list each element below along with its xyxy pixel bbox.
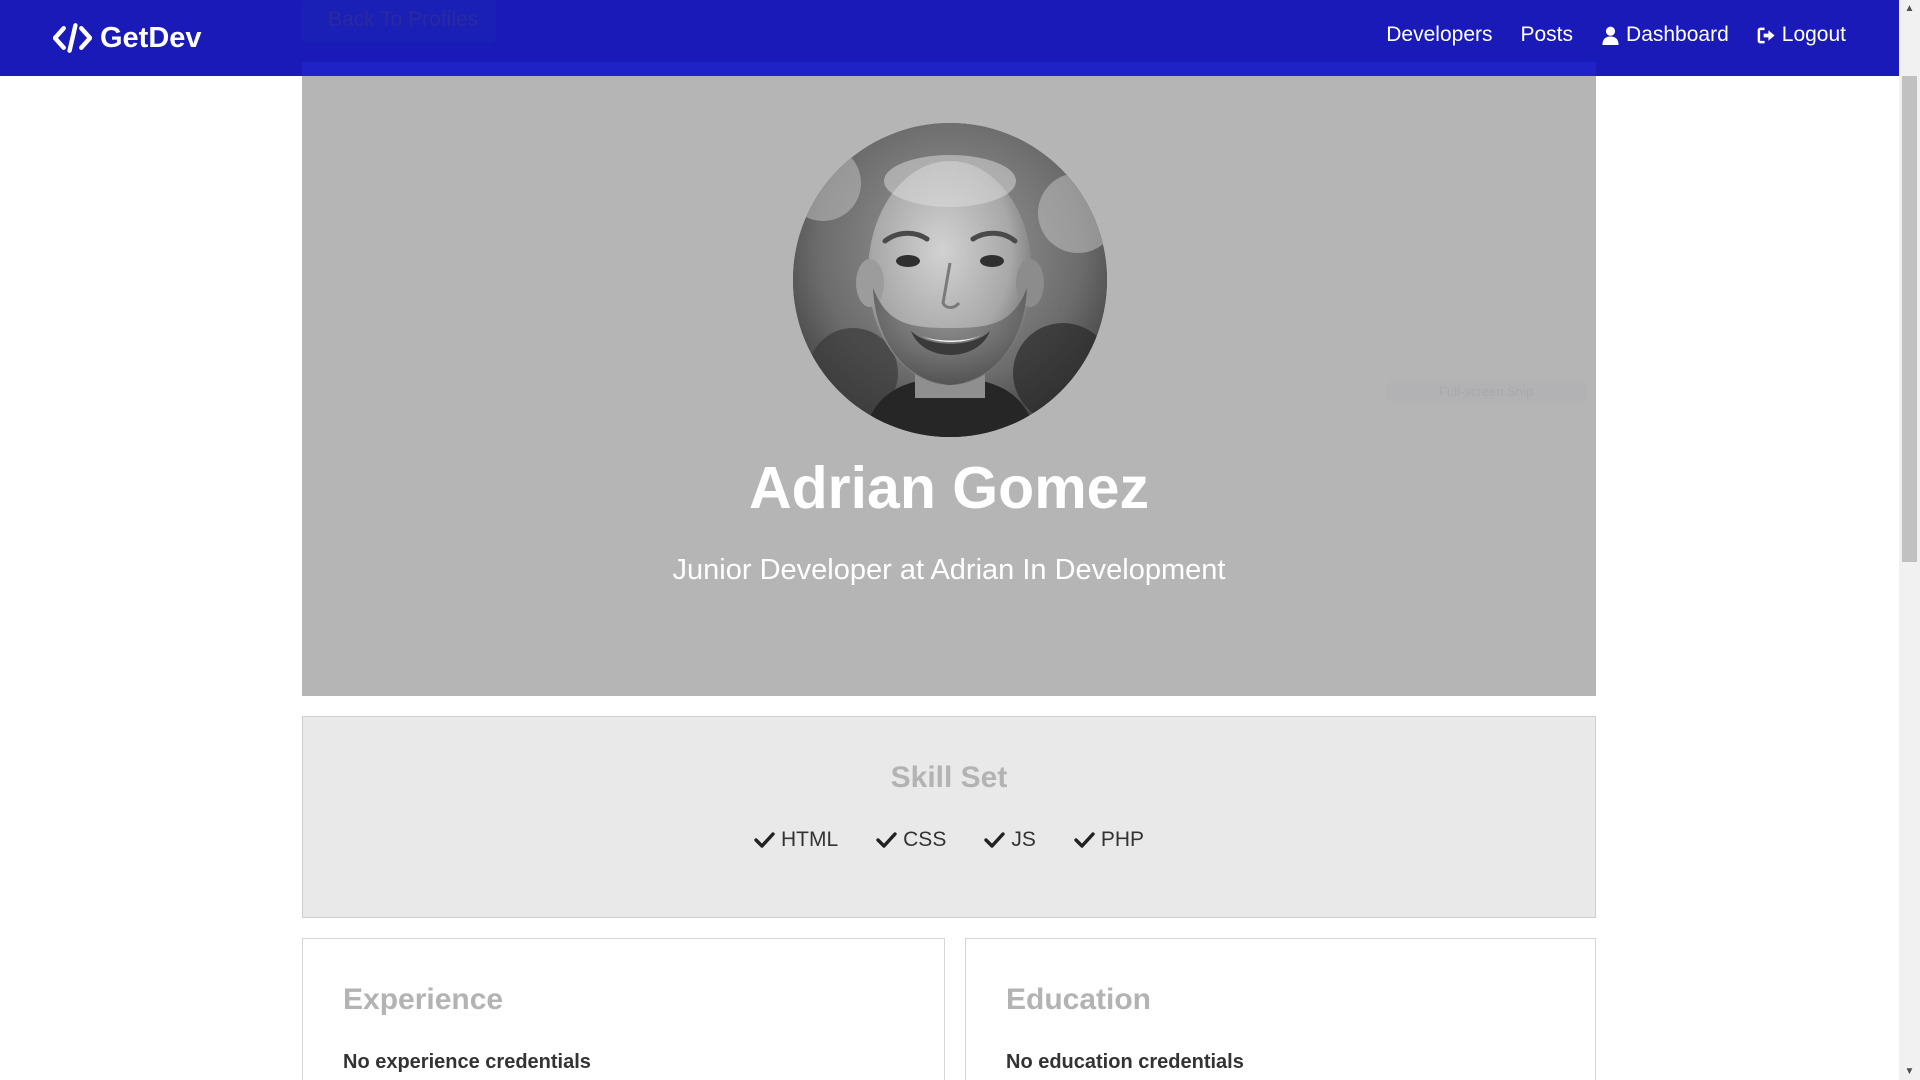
- scroll-up-arrow-icon[interactable]: ▲: [1899, 0, 1920, 17]
- experience-card: Experience No experience credentials: [302, 938, 945, 1080]
- code-icon: [53, 23, 92, 53]
- skills-title: Skill Set: [890, 761, 1008, 794]
- nav-logout-link[interactable]: Logout: [1757, 23, 1846, 47]
- scroll-thumb[interactable]: [1902, 76, 1917, 562]
- nav-dashboard-link[interactable]: Dashboard: [1601, 23, 1729, 47]
- nav-logout-label: Logout: [1781, 23, 1846, 46]
- check-icon: [754, 832, 775, 848]
- snip-tooltip: Full-screen Snip: [1386, 383, 1586, 401]
- skill-label: JS: [1011, 828, 1036, 851]
- profile-top-border: [302, 62, 1596, 76]
- brand-label: GetDev: [100, 21, 202, 54]
- skill-item: CSS: [876, 828, 946, 852]
- nav-posts-label: Posts: [1520, 23, 1574, 46]
- skill-label: HTML: [780, 828, 839, 851]
- check-icon: [1074, 832, 1095, 848]
- skill-item: PHP: [1074, 828, 1144, 852]
- skill-item: JS: [984, 828, 1036, 852]
- education-card: Education No education credentials: [965, 938, 1596, 1080]
- education-title: Education: [1006, 983, 1152, 1016]
- nav-links: Developers Posts Dashboard Logout: [1386, 23, 1846, 47]
- check-icon: [876, 832, 897, 848]
- user-icon: [1602, 26, 1619, 45]
- scroll-down-arrow-icon[interactable]: ▼: [1899, 1063, 1920, 1080]
- skills-card: Skill Set HTML CSS JS PHP: [302, 716, 1596, 918]
- profile-name: Adrian Gomez: [749, 455, 1149, 521]
- vertical-scrollbar[interactable]: ▲ ▼: [1899, 0, 1920, 1080]
- sign-out-icon: [1757, 27, 1775, 43]
- profile-header-card: Adrian Gomez Junior Developer at Adrian …: [302, 76, 1596, 696]
- nav-posts-link[interactable]: Posts: [1521, 23, 1574, 47]
- nav-developers-link[interactable]: Developers: [1386, 23, 1492, 47]
- experience-title: Experience: [343, 983, 504, 1016]
- brand-link[interactable]: GetDev: [53, 18, 202, 58]
- back-to-profiles-button[interactable]: Back To Profiles: [302, 0, 496, 42]
- check-icon: [984, 832, 1006, 848]
- education-empty-text: No education credentials: [1006, 1051, 1244, 1073]
- avatar: [793, 123, 1107, 437]
- nav-developers-label: Developers: [1386, 23, 1493, 46]
- skill-item: HTML: [754, 828, 838, 852]
- profile-status: Junior Developer at Adrian In Developmen…: [672, 554, 1226, 586]
- avatar-photo: [793, 123, 1107, 437]
- page-viewport: GetDev Developers Posts Dashboard Logout…: [0, 0, 1899, 1080]
- experience-empty-text: No experience credentials: [343, 1051, 591, 1073]
- nav-dashboard-label: Dashboard: [1626, 23, 1729, 46]
- skills-list: HTML CSS JS PHP: [303, 828, 1595, 852]
- skill-label: CSS: [903, 828, 947, 851]
- skill-label: PHP: [1100, 828, 1145, 851]
